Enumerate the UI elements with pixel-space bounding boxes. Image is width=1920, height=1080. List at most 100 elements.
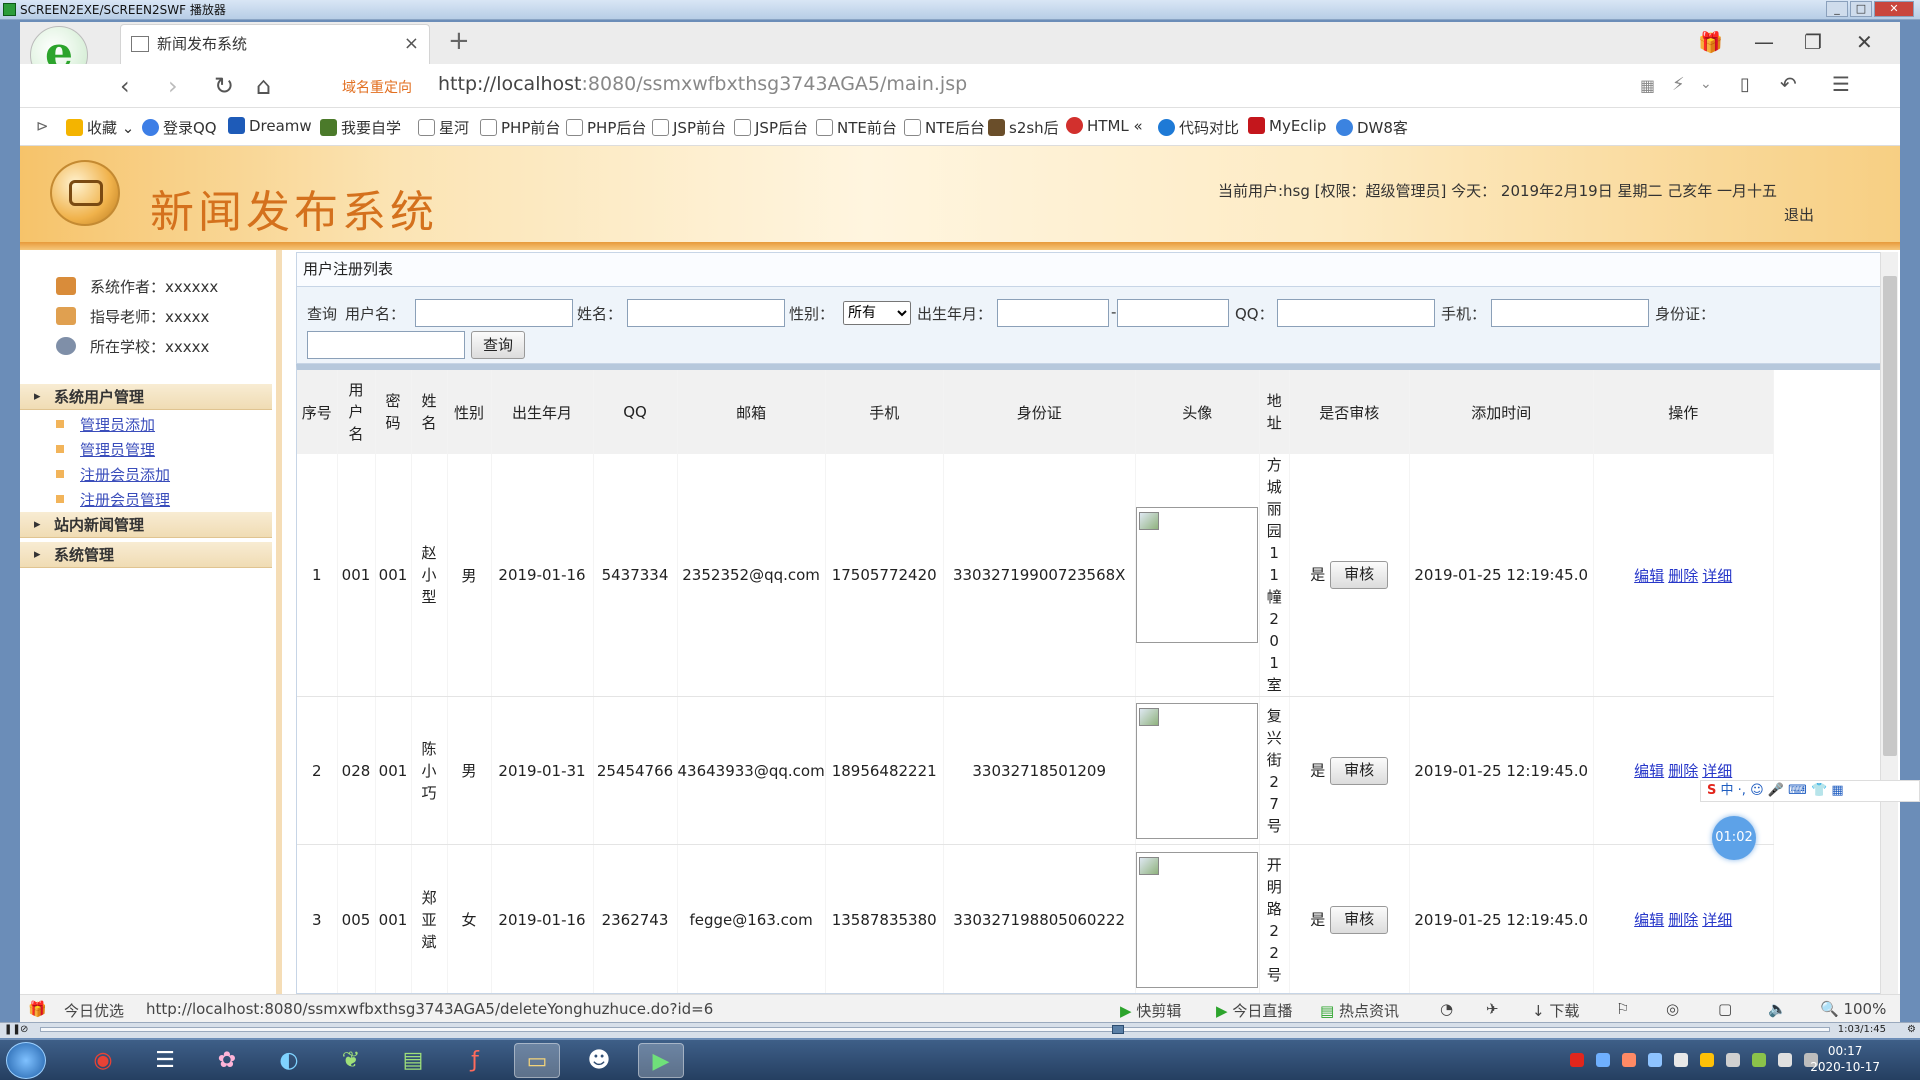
back-icon[interactable]: ‹ (120, 72, 130, 100)
refresh-icon[interactable]: ↻ (214, 72, 234, 100)
name-input[interactable] (627, 299, 785, 327)
ime-grid-icon[interactable]: ▦ (1831, 783, 1843, 798)
tray-icon[interactable] (1596, 1053, 1610, 1067)
chrome-icon[interactable]: ◉ (80, 1043, 126, 1078)
pin-icon[interactable]: ✈ (1486, 1000, 1499, 1018)
ime-toolbar[interactable]: S 中 ·, ☺ 🎤 ⌨ 👕 ▦ (1700, 780, 1920, 802)
bookmark-item[interactable]: HTML « (1066, 117, 1143, 135)
delete-link[interactable]: 删除 (1668, 567, 1698, 585)
bookmark-item[interactable]: s2sh后 (988, 117, 1059, 138)
home-icon[interactable]: ⌂ (256, 72, 271, 100)
excel-icon[interactable]: ▤ (390, 1043, 436, 1078)
bookmark-item[interactable]: JSP前台 (652, 117, 726, 138)
status-item-download[interactable]: ↓ 下载 (1532, 1000, 1579, 1021)
detail-link[interactable]: 详细 (1702, 911, 1732, 929)
bookmark-item[interactable]: JSP后台 (734, 117, 808, 138)
player-progress-bar[interactable] (40, 1027, 1830, 1032)
player-minimize-button[interactable]: _ (1826, 1, 1848, 17)
birth-start-input[interactable] (997, 299, 1109, 327)
delete-link[interactable]: 删除 (1668, 911, 1698, 929)
ime-skin-icon[interactable]: 👕 (1811, 783, 1827, 798)
sogou-tray-icon[interactable] (1570, 1053, 1584, 1067)
status-item-live[interactable]: ▶ 今日直播 (1216, 1000, 1292, 1021)
logout-link[interactable]: 退出 (1784, 204, 1814, 225)
audit-button[interactable]: 审核 (1330, 905, 1389, 934)
delete-link[interactable]: 删除 (1668, 762, 1698, 780)
bookmark-item[interactable]: 我要自学 (320, 117, 401, 138)
speed-icon[interactable]: ◔ (1440, 1000, 1453, 1018)
bookmark-item[interactable]: 代码对比 (1158, 117, 1239, 138)
ime-keyboard-icon[interactable]: ⌨ (1788, 783, 1807, 798)
qq-browser-icon[interactable]: ◐ (266, 1043, 312, 1078)
menu-news[interactable]: 站内新闻管理 (20, 512, 272, 538)
bookmark-item[interactable]: Dreamw (228, 117, 312, 135)
player-maximize-button[interactable]: □ (1850, 1, 1872, 17)
status-item-kuaijianji[interactable]: ▶ 快剪辑 (1120, 1000, 1181, 1021)
bookmark-item[interactable]: PHP前台 (480, 117, 560, 138)
bookmark-item[interactable]: 收藏 ⌄ (66, 117, 134, 138)
flag-icon[interactable]: ⚐ (1616, 1000, 1629, 1018)
tab-close-icon[interactable]: × (404, 25, 419, 63)
status-zoom[interactable]: 🔍 100% (1820, 1000, 1886, 1018)
network-icon[interactable] (1752, 1053, 1766, 1067)
stop-icon[interactable]: ⊘ (20, 1024, 28, 1035)
app-icon[interactable]: ☰ (142, 1043, 188, 1078)
menu-icon[interactable]: ☰ (1832, 72, 1850, 96)
status-item-news[interactable]: ▤ 热点资讯 (1320, 1000, 1399, 1021)
qq-icon[interactable]: ☻ (576, 1043, 622, 1078)
menu-item-admin-manage[interactable]: 管理员管理 (55, 439, 155, 460)
detail-link[interactable]: 详细 (1702, 567, 1732, 585)
url-input[interactable]: http://localhost:8080/ssmxwfbxthsg3743AG… (438, 73, 967, 95)
audit-button[interactable]: 审核 (1330, 756, 1389, 785)
leaf-icon[interactable]: ❦ (328, 1043, 374, 1078)
status-recommend[interactable]: 今日优选 (64, 1000, 124, 1021)
tray-icon[interactable] (1700, 1053, 1714, 1067)
tray-icon[interactable] (1622, 1053, 1636, 1067)
bookmark-item[interactable]: DW8客 (1336, 117, 1408, 138)
ime-emoji-icon[interactable]: ☺ (1750, 783, 1764, 798)
edit-link[interactable]: 编辑 (1634, 911, 1664, 929)
menu-item-member-add[interactable]: 注册会员添加 (55, 464, 170, 485)
restore-button[interactable]: ❐ (1804, 30, 1822, 54)
chevron-down-icon[interactable]: ⌄ (1700, 76, 1712, 92)
menu-system-users[interactable]: 系统用户管理 (20, 384, 272, 410)
menu-item-member-manage[interactable]: 注册会员管理 (55, 489, 170, 510)
edit-link[interactable]: 编辑 (1634, 762, 1664, 780)
taskbar-clock[interactable]: 00:17 2020-10-17 (1810, 1043, 1880, 1075)
bookmark-item[interactable]: MyEclip (1248, 117, 1326, 135)
flash-player-icon[interactable]: ƒ (452, 1043, 498, 1078)
screen-recorder-icon[interactable]: ▶ (638, 1043, 684, 1078)
redirect-label[interactable]: 域名重定向 (342, 77, 412, 97)
page-scrollbar-thumb[interactable] (1883, 276, 1897, 756)
flash-icon[interactable]: ⚡ (1672, 74, 1685, 95)
tray-icon[interactable] (1726, 1053, 1740, 1067)
search-button[interactable]: 查询 (471, 331, 525, 359)
pause-icon[interactable]: ❚❚ (4, 1024, 21, 1035)
picture-icon[interactable]: ✿ (204, 1043, 250, 1078)
qq-input[interactable] (1277, 299, 1435, 327)
close-button[interactable]: ✕ (1856, 30, 1873, 54)
minimize-button[interactable]: — (1754, 30, 1774, 54)
tray-icon[interactable] (1674, 1053, 1688, 1067)
gender-select[interactable]: 所有 (843, 301, 911, 325)
bookmark-item[interactable]: NTE前台 (816, 117, 897, 138)
browser-icon[interactable]: ◎ (1666, 1000, 1679, 1018)
ime-mic-icon[interactable]: 🎤 (1768, 783, 1784, 798)
bookmark-item[interactable]: NTE后台 (904, 117, 985, 138)
qr-icon[interactable]: ▦ (1640, 76, 1655, 95)
bookmark-item[interactable]: 星河 (418, 117, 469, 138)
undo-icon[interactable]: ↶ (1780, 72, 1797, 96)
volume-icon[interactable]: 🔈 (1768, 1000, 1787, 1018)
reader-icon[interactable]: ▯ (1740, 74, 1750, 95)
new-tab-button[interactable]: + (448, 26, 470, 56)
folder-icon[interactable]: ▭ (514, 1043, 560, 1078)
shield-icon[interactable] (1648, 1053, 1662, 1067)
bookmark-item[interactable]: PHP后台 (566, 117, 646, 138)
volume-icon[interactable] (1778, 1053, 1792, 1067)
detail-link[interactable]: 详细 (1702, 762, 1732, 780)
edit-link[interactable]: 编辑 (1634, 567, 1664, 585)
birth-end-input[interactable] (1117, 299, 1229, 327)
window-icon[interactable]: ▢ (1718, 1000, 1732, 1018)
ime-punctuation-icon[interactable]: ·, (1738, 783, 1746, 798)
player-close-button[interactable]: ✕ (1874, 1, 1914, 17)
